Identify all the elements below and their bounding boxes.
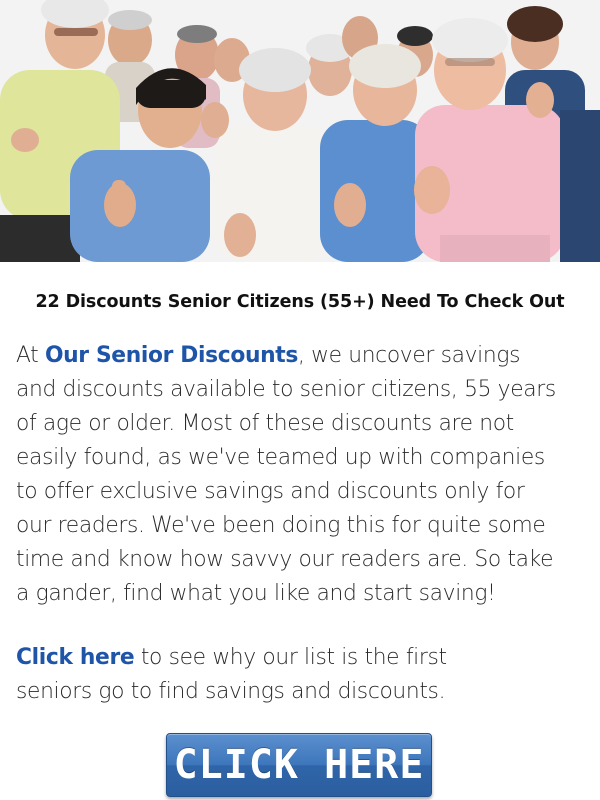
intro-line-3: of age or older. Most of these discounts… xyxy=(16,411,514,436)
callout-line-2: seniors go to find savings and discounts… xyxy=(16,679,446,704)
intro-line-4: easily found, as we've teamed up with co… xyxy=(16,445,545,470)
intro-line-8: a gander, find what you like and start s… xyxy=(16,581,496,606)
click-here-button[interactable]: CLICK HERE xyxy=(166,733,432,797)
intro-line-2: and discounts available to senior citize… xyxy=(16,377,556,402)
hero-photo xyxy=(0,0,600,262)
click-here-button-label[interactable]: CLICK HERE xyxy=(166,733,432,797)
intro-first-rest: , we uncover savings xyxy=(297,343,521,368)
callout-first-rest: to see why our list is the first xyxy=(134,645,447,670)
intro-paragraph: At Our Senior Discounts, we uncover savi… xyxy=(16,339,588,611)
page-headline: 22 Discounts Senior Citizens (55+) Need … xyxy=(35,292,565,312)
intro-line-5: to offer exclusive savings and discounts… xyxy=(16,479,525,504)
group-of-seniors-thumbs-up-photo-icon xyxy=(0,0,600,262)
our-senior-discounts-link[interactable]: Our Senior Discounts xyxy=(45,343,298,368)
intro-line-7: time and know how savvy our readers are.… xyxy=(16,547,554,572)
intro-line-6: our readers. We've been doing this for q… xyxy=(16,513,546,538)
click-here-link[interactable]: Click here xyxy=(16,645,135,670)
callout-line-1: Click here to see why our list is the fi… xyxy=(16,641,588,675)
intro-line-1: At Our Senior Discounts, we uncover savi… xyxy=(16,339,588,373)
intro-prefix: At xyxy=(16,343,45,368)
callout-paragraph: Click here to see why our list is the fi… xyxy=(16,641,588,709)
